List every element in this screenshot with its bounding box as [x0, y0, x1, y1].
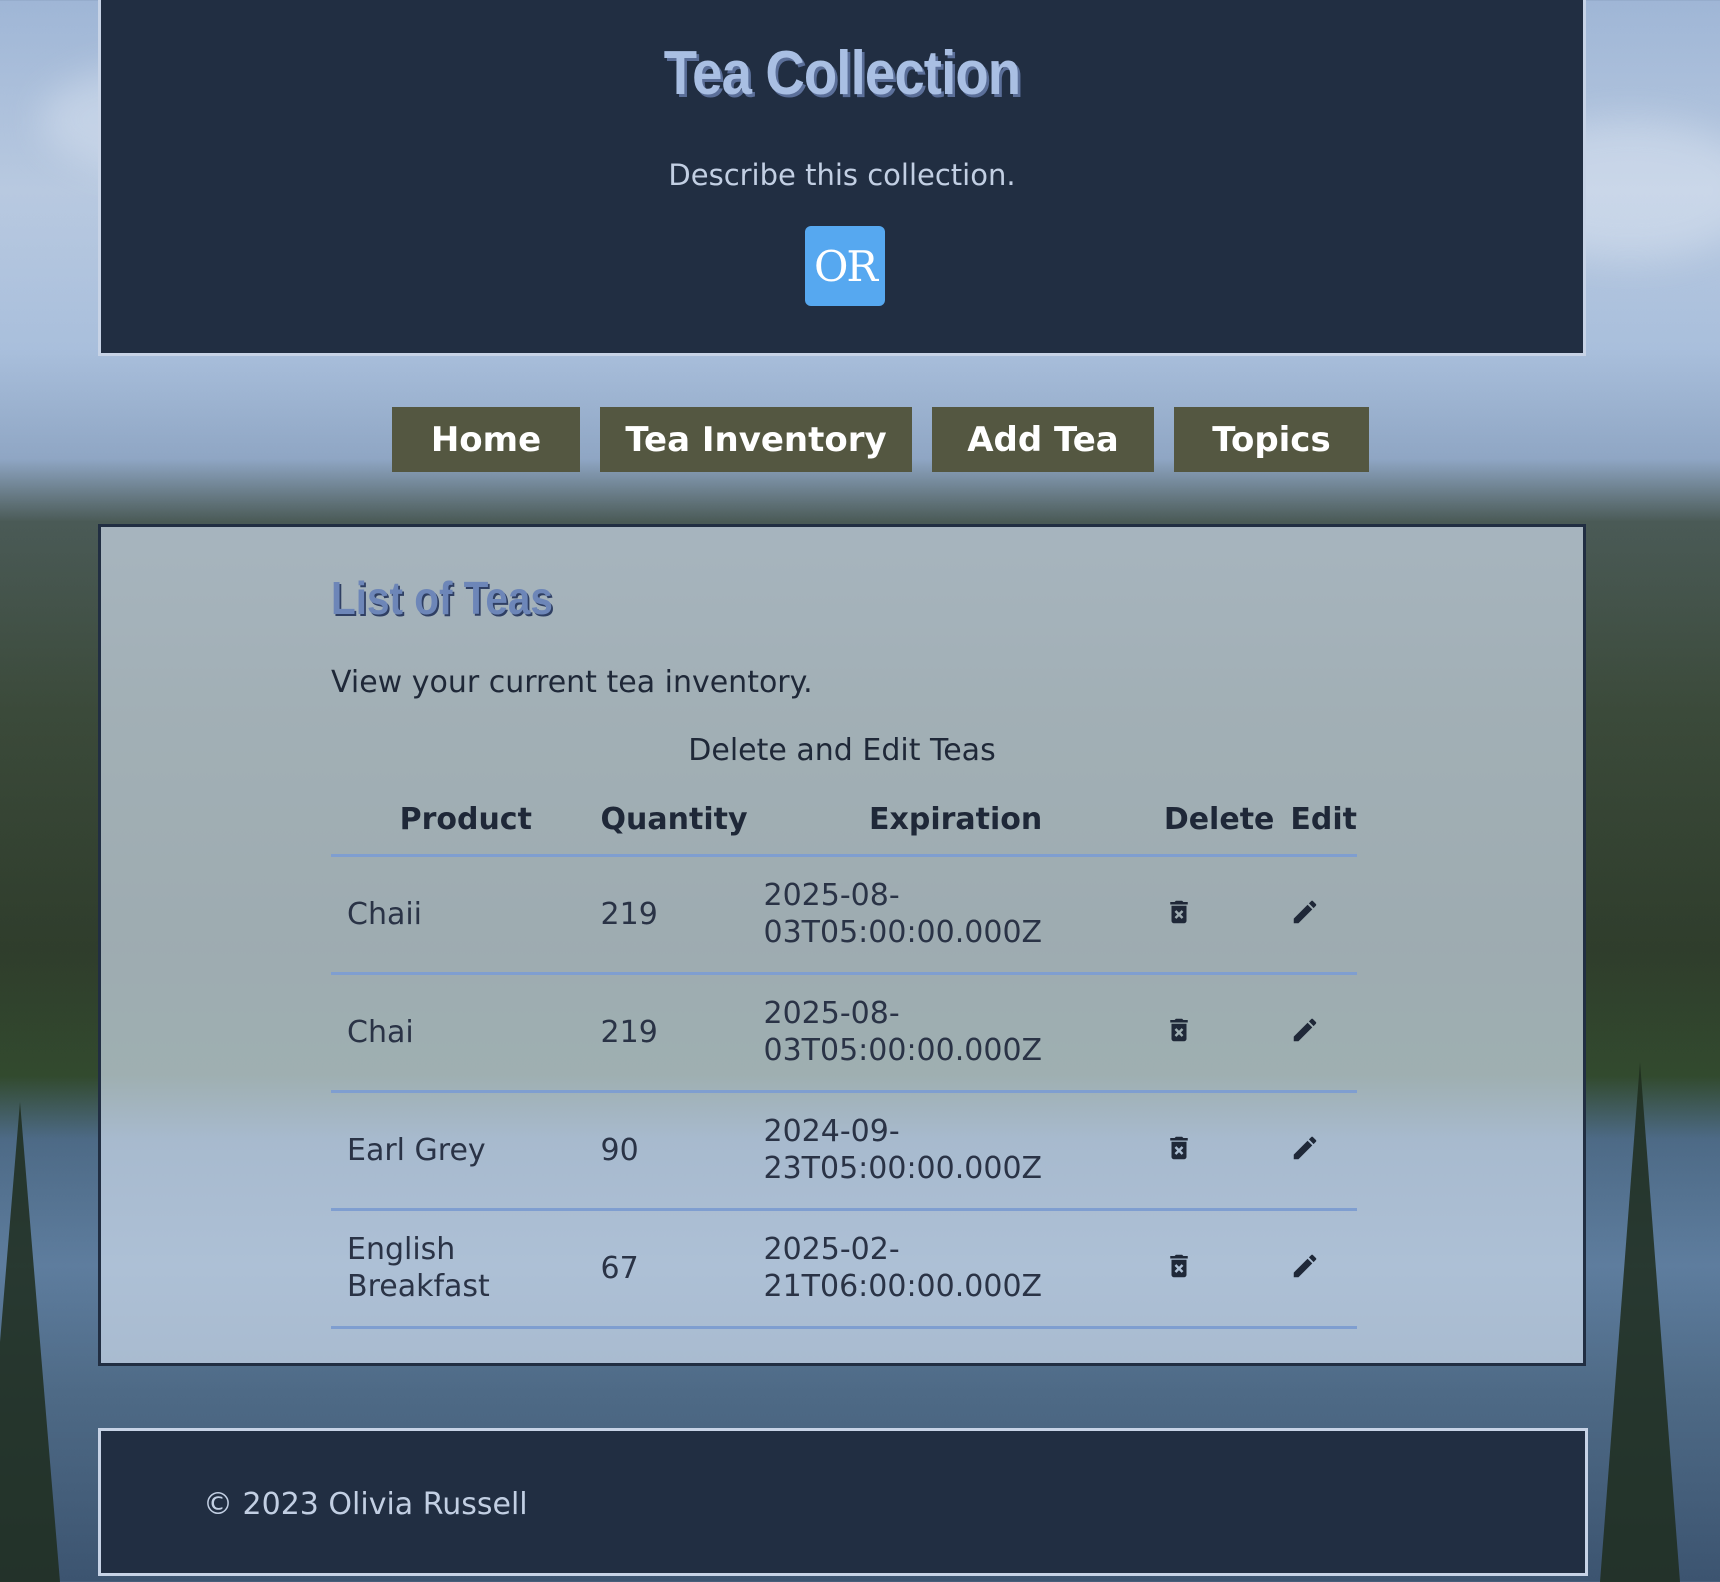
site-description: Describe this collection.: [668, 158, 1016, 192]
trash-icon[interactable]: [1164, 897, 1194, 927]
table-row: Chaii 219 2025-08-03T05:00:00.000Z: [331, 855, 1357, 975]
product-cell: Chaii: [331, 855, 585, 975]
edit-cell: [1274, 1091, 1357, 1211]
site-header: Tea Collection Describe this collection.…: [98, 0, 1586, 356]
main-panel: List of Teas View your current tea inven…: [98, 524, 1586, 1366]
background-tree: [0, 1102, 60, 1582]
edit-cell: [1274, 1209, 1357, 1329]
background-tree: [1600, 1062, 1680, 1582]
table-caption: Delete and Edit Teas: [688, 733, 996, 768]
tea-table: Product Quantity Expiration Delete Edit …: [331, 785, 1357, 1329]
quantity-cell: 90: [584, 1091, 748, 1211]
logo-badge[interactable]: OR: [805, 226, 885, 306]
product-cell: Chai: [331, 973, 585, 1093]
expiration-cell: 2025-08-03T05:00:00.000Z: [747, 973, 1148, 1093]
header-edit: Edit: [1274, 785, 1357, 857]
nav-topics[interactable]: Topics: [1174, 407, 1369, 472]
table-row: Chai 219 2025-08-03T05:00:00.000Z: [331, 973, 1357, 1093]
nav-home[interactable]: Home: [392, 407, 580, 472]
copyright-text: © 2023 Olivia Russell: [203, 1487, 528, 1522]
nav-add-tea[interactable]: Add Tea: [932, 407, 1154, 472]
header-delete: Delete: [1147, 785, 1275, 857]
pencil-icon[interactable]: [1290, 1251, 1320, 1281]
site-footer: © 2023 Olivia Russell: [98, 1428, 1588, 1576]
product-cell: English Breakfast: [331, 1209, 585, 1329]
expiration-cell: 2024-09-23T05:00:00.000Z: [747, 1091, 1148, 1211]
table-row: English Breakfast 67 2025-02-21T06:00:00…: [331, 1209, 1357, 1329]
table-row: Earl Grey 90 2024-09-23T05:00:00.000Z: [331, 1091, 1357, 1211]
trash-icon[interactable]: [1164, 1251, 1194, 1281]
delete-cell: [1147, 973, 1275, 1093]
site-title: Tea Collection: [663, 39, 1021, 108]
pencil-icon[interactable]: [1290, 897, 1320, 927]
header-quantity: Quantity: [584, 785, 748, 857]
trash-icon[interactable]: [1164, 1133, 1194, 1163]
pencil-icon[interactable]: [1290, 1015, 1320, 1045]
page-title: List of Teas: [331, 572, 553, 624]
edit-cell: [1274, 855, 1357, 975]
product-cell: Earl Grey: [331, 1091, 585, 1211]
quantity-cell: 219: [584, 973, 748, 1093]
page-description: View your current tea inventory.: [331, 665, 813, 700]
quantity-cell: 219: [584, 855, 748, 975]
header-expiration: Expiration: [747, 785, 1148, 857]
delete-cell: [1147, 855, 1275, 975]
nav-tea-inventory[interactable]: Tea Inventory: [600, 407, 912, 472]
table-header-row: Product Quantity Expiration Delete Edit: [331, 785, 1357, 857]
quantity-cell: 67: [584, 1209, 748, 1329]
main-nav: Home Tea Inventory Add Tea Topics: [0, 407, 1720, 472]
delete-cell: [1147, 1091, 1275, 1211]
trash-icon[interactable]: [1164, 1015, 1194, 1045]
expiration-cell: 2025-08-03T05:00:00.000Z: [747, 855, 1148, 975]
delete-cell: [1147, 1209, 1275, 1329]
edit-cell: [1274, 973, 1357, 1093]
pencil-icon[interactable]: [1290, 1133, 1320, 1163]
expiration-cell: 2025-02-21T06:00:00.000Z: [747, 1209, 1148, 1329]
header-product: Product: [331, 785, 585, 857]
